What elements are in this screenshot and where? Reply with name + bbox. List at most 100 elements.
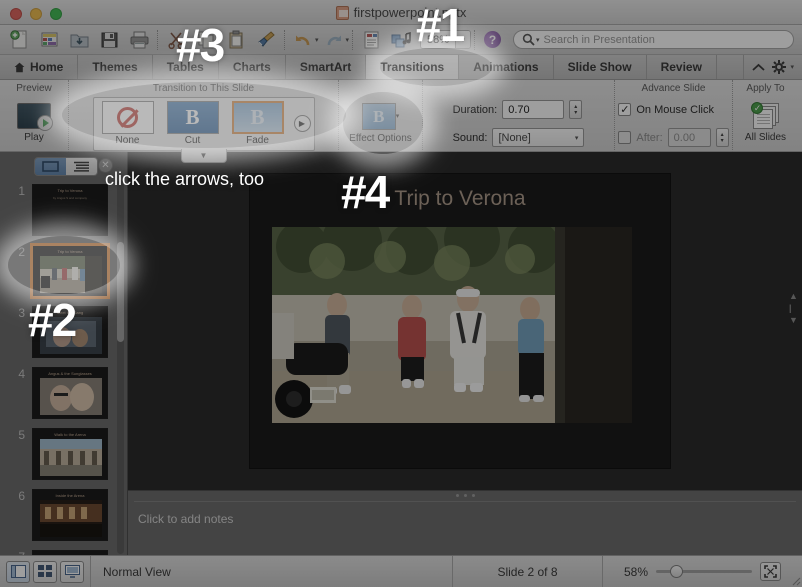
thumb-photo: [40, 439, 102, 476]
zoom-slider-knob[interactable]: [670, 565, 684, 578]
slide-photo[interactable]: [272, 227, 632, 423]
zoom-percent-label: 58%: [623, 564, 649, 579]
thumb-title: Angus & the Sunglasses: [48, 371, 92, 376]
no-transition-icon: [117, 107, 138, 128]
undo-arrow-icon[interactable]: [288, 27, 318, 53]
after-checkbox[interactable]: [618, 131, 632, 144]
tab-slide-show[interactable]: Slide Show: [554, 55, 647, 79]
slide-thumbnail[interactable]: Trip to Verona by Angus S and company: [32, 184, 108, 236]
tab-home[interactable]: Home: [0, 55, 79, 79]
play-button[interactable]: Play: [17, 103, 53, 144]
window-resize-grip[interactable]: [789, 574, 801, 586]
slide-number: 5: [18, 428, 25, 442]
search-input[interactable]: ▾ Search in Presentation: [513, 30, 794, 49]
list-item[interactable]: 5 Walk to the Arena: [0, 424, 120, 485]
effect-options-label: Effect Options: [349, 132, 412, 144]
tab-smartart-label: SmartArt: [299, 60, 352, 74]
presenter-view-button[interactable]: [60, 560, 84, 583]
floppy-disk-icon[interactable]: [94, 27, 124, 53]
ribbon-group-preview: Preview Play: [0, 80, 68, 152]
text-box-icon[interactable]: [356, 27, 386, 53]
paste-icon[interactable]: [221, 27, 251, 53]
effect-options-caret-icon[interactable]: ▾: [396, 112, 400, 120]
help-icon[interactable]: ?: [484, 31, 502, 48]
search-placeholder: Search in Presentation: [543, 33, 655, 46]
printer-icon[interactable]: [124, 27, 154, 53]
slide-thumbnail-current[interactable]: Trip to Verona: [30, 243, 110, 299]
notes-placeholder: Click to add notes: [138, 512, 234, 526]
view-name-label: Normal View: [90, 555, 452, 587]
redo-arrow-icon[interactable]: [319, 27, 349, 53]
tab-spacer: [717, 55, 744, 79]
on-mouse-click-checkbox[interactable]: ✓: [618, 103, 632, 116]
toolbar-divider-2: [284, 29, 285, 50]
slide-canvas[interactable]: Trip to Verona: [250, 174, 670, 468]
transition-fade[interactable]: B Fade: [227, 101, 289, 146]
slide-thumbnail[interactable]: Angus & the Sunglasses: [32, 367, 108, 419]
ribbon-group-advance-slide: Advance Slide ✓ On Mouse Click After: 0.…: [614, 80, 732, 152]
zoom-slider[interactable]: [656, 565, 753, 578]
on-mouse-click-row[interactable]: ✓ On Mouse Click: [618, 98, 714, 122]
after-stepper[interactable]: ▴ ▾: [715, 128, 729, 147]
tab-animations-label: Animations: [473, 60, 539, 74]
slide-thumbnail[interactable]: Walk to the Arena: [32, 428, 108, 480]
slides-view-button[interactable]: [35, 158, 66, 175]
notes-drag-handle[interactable]: [128, 494, 802, 497]
duration-input[interactable]: 0.70: [502, 100, 565, 119]
media-icon[interactable]: [386, 27, 416, 53]
open-folder-icon[interactable]: [64, 27, 94, 53]
paintbrush-icon[interactable]: [251, 27, 281, 53]
new-document-icon[interactable]: [4, 27, 34, 53]
all-slides-button[interactable]: ✓ All Slides: [744, 102, 787, 144]
after-label: After:: [636, 131, 663, 144]
navigator-scrollbar[interactable]: [117, 180, 124, 554]
search-scope-caret-icon[interactable]: ▾: [536, 36, 540, 44]
transition-gallery-more-button[interactable]: ▶: [293, 115, 311, 132]
tab-animations[interactable]: Animations: [459, 55, 554, 79]
navigator-scrollbar-thumb[interactable]: [117, 242, 124, 342]
new-slide-icon[interactable]: [34, 27, 64, 53]
transition-cut[interactable]: B Cut: [162, 101, 224, 146]
annotation-hint: click the arrows, too: [105, 169, 265, 189]
duration-stepper[interactable]: ▴ ▾: [569, 100, 583, 119]
effect-options-spacer: [379, 82, 382, 95]
transition-cut-label: Cut: [184, 135, 201, 146]
tab-review[interactable]: Review: [647, 55, 717, 79]
list-item[interactable]: 4 Angus & the Sunglasses: [0, 363, 120, 424]
stage-size-grip[interactable]: ▲ | ▼: [789, 292, 798, 325]
list-item[interactable]: 6 Inside the Arena: [0, 485, 120, 546]
effect-options-body: B ▾ Effect Options: [349, 95, 412, 152]
transition-gallery[interactable]: None B Cut B Fade ▶: [92, 96, 315, 151]
all-slides-label: All Slides: [744, 132, 787, 143]
sound-select[interactable]: [None] ▾: [492, 128, 585, 147]
sound-caret-icon[interactable]: ▾: [575, 134, 579, 142]
after-input[interactable]: 0.00: [667, 128, 711, 147]
slide-navigator-panel: ✕ 1 Trip to Verona by Angus S and compan…: [0, 152, 134, 560]
ribbon-controls: ▾: [743, 55, 802, 79]
tab-charts-label: Charts: [232, 60, 271, 74]
normal-view-button[interactable]: [6, 560, 30, 583]
presentation-file-icon: [335, 5, 349, 20]
effect-options-letter-b: B: [373, 106, 385, 126]
tab-charts[interactable]: Charts: [219, 55, 286, 79]
list-item[interactable]: 1 Trip to Verona by Angus S and company: [0, 180, 120, 241]
after-row[interactable]: After: 0.00 ▴ ▾: [618, 126, 729, 150]
grid-icon: [38, 565, 52, 577]
view-buttons-group: [0, 560, 90, 583]
slide-title[interactable]: Trip to Verona: [250, 187, 670, 211]
outline-view-button[interactable]: [66, 158, 97, 175]
fit-to-window-button[interactable]: [760, 562, 782, 581]
slide-thumbnail[interactable]: Inside the Arena: [32, 489, 108, 541]
notes-field[interactable]: Click to add notes: [134, 501, 796, 555]
transition-none[interactable]: None: [97, 101, 159, 146]
slide-sorter-button[interactable]: [33, 560, 57, 583]
tab-themes[interactable]: Themes: [78, 55, 153, 79]
tab-smartart[interactable]: SmartArt: [286, 55, 367, 79]
redo-caret-icon[interactable]: ▾: [346, 36, 350, 44]
thumb-title: Trip to Verona: [57, 249, 83, 254]
transition-gallery-dropdown-button[interactable]: ▼: [180, 149, 227, 163]
gear-caret-icon[interactable]: ▾: [790, 63, 794, 71]
tab-transitions[interactable]: Transitions: [366, 55, 460, 79]
on-mouse-click-label: On Mouse Click: [636, 103, 714, 116]
effect-options-button[interactable]: B ▾ Effect Options: [349, 102, 412, 145]
